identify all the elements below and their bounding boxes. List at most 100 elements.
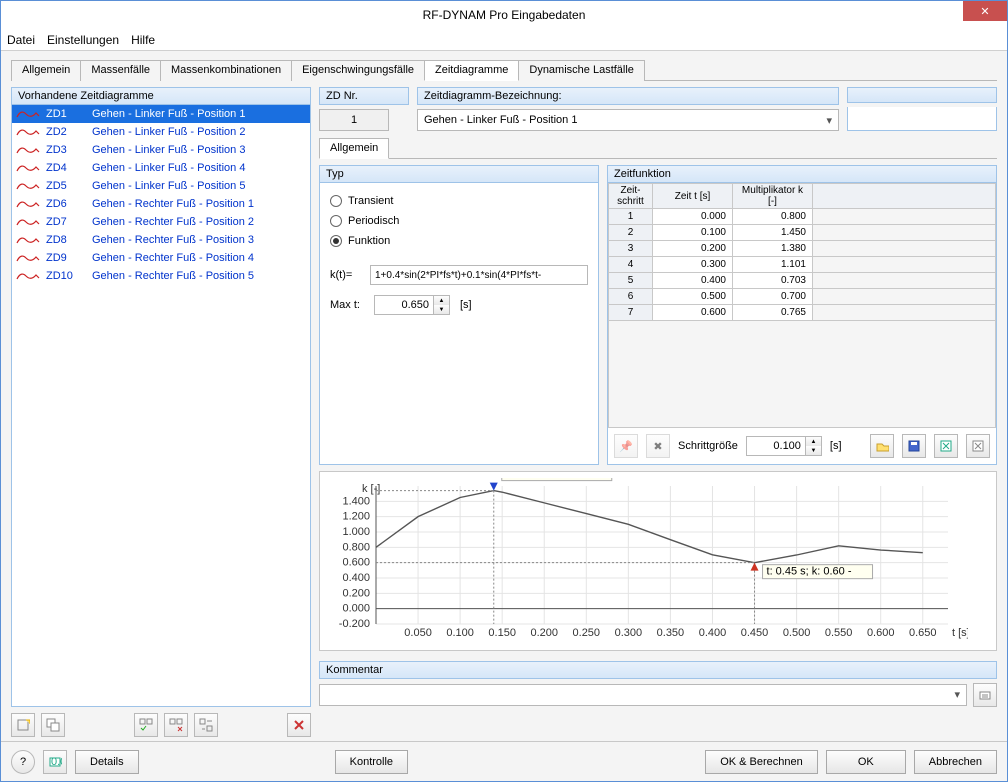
diagram-icon	[16, 162, 40, 174]
open-file-button[interactable]	[870, 434, 894, 458]
menu-einstellungen[interactable]: Einstellungen	[47, 33, 119, 47]
subtab-allgemein[interactable]: Allgemein	[319, 138, 389, 159]
tab-allgemein[interactable]: Allgemein	[11, 60, 81, 81]
table-row[interactable]: 30.2001.380	[609, 241, 996, 257]
menu-datei[interactable]: Datei	[7, 33, 35, 47]
svg-text:0.200: 0.200	[342, 587, 370, 599]
table-row[interactable]: 50.4000.703	[609, 273, 996, 289]
bottom-bar: ? 0.00 Details Kontrolle OK & Berechnen …	[1, 741, 1007, 781]
save-button[interactable]	[902, 434, 926, 458]
unpin-button[interactable]: ✖	[646, 434, 670, 458]
radio-transient[interactable]: Transient	[330, 191, 588, 211]
up-icon[interactable]: ▲	[806, 437, 821, 446]
new-item-button[interactable]	[11, 713, 35, 737]
zeitfunktion-label: Zeitfunktion	[607, 165, 997, 183]
check-all-button[interactable]	[134, 713, 158, 737]
delete-item-button[interactable]	[287, 713, 311, 737]
tab-massenfaelle[interactable]: Massenfälle	[80, 60, 161, 81]
chart-svg: -0.2000.0000.2000.4000.6000.8001.0001.20…	[328, 478, 968, 646]
desc-label: Zeitdiagramm-Bezeichnung:	[417, 87, 839, 105]
tab-massenkombinationen[interactable]: Massenkombinationen	[160, 60, 292, 81]
zd-list-row[interactable]: ZD3Gehen - Linker Fuß - Position 3	[12, 141, 310, 159]
zd-list-row[interactable]: ZD5Gehen - Linker Fuß - Position 5	[12, 177, 310, 195]
table-row[interactable]: 20.1001.450	[609, 225, 996, 241]
svg-text:0.00: 0.00	[51, 756, 62, 768]
ok-berechnen-button[interactable]: OK & Berechnen	[705, 750, 818, 774]
zd-name: Gehen - Linker Fuß - Position 1	[92, 108, 245, 120]
zeitfunktion-table[interactable]: Zeit- schrittZeit t [s]Multiplikator k […	[608, 183, 996, 321]
down-icon[interactable]: ▼	[434, 305, 449, 314]
zd-list-row[interactable]: ZD8Gehen - Rechter Fuß - Position 3	[12, 231, 310, 249]
svg-text:1.200: 1.200	[342, 511, 370, 523]
up-icon[interactable]: ▲	[434, 296, 449, 305]
close-button[interactable]: ✕	[963, 1, 1007, 21]
svg-text:0.300: 0.300	[615, 627, 643, 639]
diagram-icon	[16, 108, 40, 120]
svg-text:1.400: 1.400	[342, 495, 370, 507]
desc-select[interactable]: Gehen - Linker Fuß - Position 1	[417, 109, 839, 131]
zd-list-row[interactable]: ZD7Gehen - Rechter Fuß - Position 2	[12, 213, 310, 231]
details-button[interactable]: Details	[75, 750, 139, 774]
menu-hilfe[interactable]: Hilfe	[131, 33, 155, 47]
excel-export-button[interactable]	[934, 434, 958, 458]
chart-panel: -0.2000.0000.2000.4000.6000.8001.0001.20…	[319, 471, 997, 651]
kommentar-pick-button[interactable]	[973, 683, 997, 707]
zd-name: Gehen - Linker Fuß - Position 5	[92, 180, 245, 192]
renumber-button[interactable]	[194, 713, 218, 737]
units-button[interactable]: 0.00	[43, 750, 67, 774]
zd-list-row[interactable]: ZD6Gehen - Rechter Fuß - Position 1	[12, 195, 310, 213]
kommentar-label: Kommentar	[319, 661, 997, 679]
main-tabstrip: Allgemein Massenfälle Massenkombinatione…	[11, 59, 997, 81]
list-header: Vorhandene Zeitdiagramme	[11, 87, 311, 105]
diagram-icon	[16, 126, 40, 138]
copy-item-button[interactable]	[41, 713, 65, 737]
maxt-spinner[interactable]: ▲▼	[374, 295, 450, 315]
table-row[interactable]: 70.6000.765	[609, 305, 996, 321]
zd-list-row[interactable]: ZD10Gehen - Rechter Fuß - Position 5	[12, 267, 310, 285]
zd-list-row[interactable]: ZD2Gehen - Linker Fuß - Position 2	[12, 123, 310, 141]
zd-name: Gehen - Linker Fuß - Position 2	[92, 126, 245, 138]
uncheck-all-button[interactable]	[164, 713, 188, 737]
table-empty-area	[608, 321, 996, 428]
radio-periodisch[interactable]: Periodisch	[330, 211, 588, 231]
svg-text:k [-]: k [-]	[362, 483, 380, 495]
excel-import-button[interactable]	[966, 434, 990, 458]
step-spinner[interactable]: ▲▼	[746, 436, 822, 456]
svg-text:0.200: 0.200	[530, 627, 558, 639]
zdnr-label: ZD Nr.	[319, 87, 409, 105]
kontrolle-button[interactable]: Kontrolle	[335, 750, 408, 774]
svg-text:0.050: 0.050	[404, 627, 432, 639]
zd-name: Gehen - Rechter Fuß - Position 3	[92, 234, 254, 246]
svg-text:t [s]: t [s]	[952, 627, 968, 639]
zd-list-row[interactable]: ZD1Gehen - Linker Fuß - Position 1	[12, 105, 310, 123]
radio-icon	[330, 215, 342, 227]
radio-funktion[interactable]: Funktion	[330, 231, 588, 251]
ok-button[interactable]: OK	[826, 750, 906, 774]
zd-id: ZD6	[46, 198, 86, 210]
svg-text:1.000: 1.000	[342, 526, 370, 538]
svg-text:0.400: 0.400	[699, 627, 727, 639]
diagram-icon	[16, 270, 40, 282]
blank-box	[847, 107, 997, 131]
step-label: Schrittgröße	[678, 440, 738, 452]
down-icon[interactable]: ▼	[806, 446, 821, 455]
tab-dynamische-lastfaelle[interactable]: Dynamische Lastfälle	[518, 60, 645, 81]
kt-input[interactable]	[370, 265, 588, 285]
kommentar-combo[interactable]	[319, 684, 967, 706]
radio-icon	[330, 195, 342, 207]
diagram-icon	[16, 234, 40, 246]
table-row[interactable]: 60.5000.700	[609, 289, 996, 305]
maxt-label: Max t:	[330, 299, 364, 311]
zd-name: Gehen - Linker Fuß - Position 4	[92, 162, 245, 174]
zd-list-row[interactable]: ZD4Gehen - Linker Fuß - Position 4	[12, 159, 310, 177]
table-row[interactable]: 40.3001.101	[609, 257, 996, 273]
pin-button[interactable]: 📌	[614, 434, 638, 458]
tab-zeitdiagramme[interactable]: Zeitdiagramme	[424, 60, 519, 81]
svg-text:0.650: 0.650	[909, 627, 937, 639]
abbrechen-button[interactable]: Abbrechen	[914, 750, 997, 774]
table-row[interactable]: 10.0000.800	[609, 209, 996, 225]
help-button[interactable]: ?	[11, 750, 35, 774]
zd-list[interactable]: ZD1Gehen - Linker Fuß - Position 1ZD2Geh…	[11, 105, 311, 707]
tab-eigenschwingungsfaelle[interactable]: Eigenschwingungsfälle	[291, 60, 425, 81]
zd-list-row[interactable]: ZD9Gehen - Rechter Fuß - Position 4	[12, 249, 310, 267]
